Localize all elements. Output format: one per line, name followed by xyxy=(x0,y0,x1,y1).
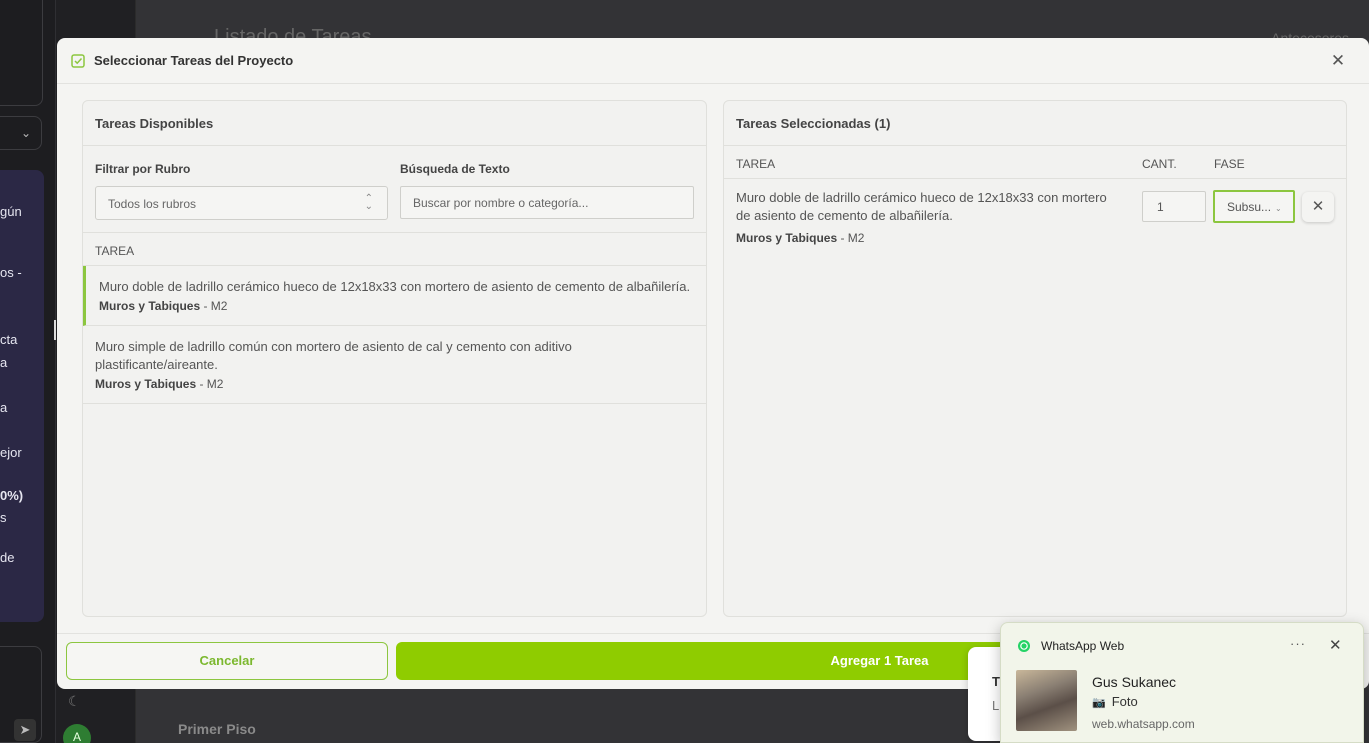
sender-photo xyxy=(1016,670,1077,731)
selected-tasks-panel: Tareas Seleccionadas (1) TAREA CANT. FAS… xyxy=(723,100,1347,617)
close-icon[interactable]: ✕ xyxy=(1329,52,1347,70)
task-category: Muros y Tabiques xyxy=(736,231,838,245)
sidebar-text: cta xyxy=(0,332,18,347)
more-options-icon[interactable]: ··· xyxy=(1290,636,1306,651)
task-meta: Muros y Tabiques - M2 xyxy=(99,299,694,313)
toast-text: L xyxy=(992,698,1000,713)
toast-title: T xyxy=(992,674,1000,689)
search-input[interactable] xyxy=(400,186,694,219)
select-tasks-modal: Seleccionar Tareas del Proyecto ✕ Tareas… xyxy=(57,38,1369,689)
checkbox-icon xyxy=(71,53,85,68)
sidebar-text: 0%) xyxy=(0,488,24,503)
task-name: Muro doble de ladrillo cerámico hueco de… xyxy=(99,279,691,294)
available-tasks-panel: Tareas Disponibles Filtrar por Rubro Bús… xyxy=(82,100,707,617)
panel-title: Tareas Disponibles xyxy=(83,101,706,146)
filter-label: Filtrar por Rubro xyxy=(95,162,191,176)
task-category: Muros y Tabiques xyxy=(95,377,197,391)
task-name: Muro doble de ladrillo cerámico hueco de… xyxy=(736,190,1107,223)
column-header-task: TAREA xyxy=(736,157,776,171)
column-header-qty: CANT. xyxy=(1142,157,1177,171)
sidebar-top-box xyxy=(0,0,43,106)
task-meta: Muros y Tabiques - M2 xyxy=(95,377,694,391)
sidebar-text: a xyxy=(0,400,8,415)
sidebar-text: gún xyxy=(0,204,22,219)
sidebar-text: de xyxy=(0,550,15,565)
sidebar-text: ejor xyxy=(0,445,22,460)
modal-title: Seleccionar Tareas del Proyecto xyxy=(94,53,294,68)
filters: Filtrar por Rubro Búsqueda de Texto Todo… xyxy=(83,146,706,233)
task-list-item[interactable]: Muro simple de ladrillo común con morter… xyxy=(83,326,706,404)
task-category: Muros y Tabiques xyxy=(99,299,201,313)
chevron-down-icon: ⌄ xyxy=(1275,204,1282,213)
chevron-down-icon: ⌄ xyxy=(21,126,32,140)
background-sidebar: ⌄ gún os - cta a a ejor 0%) s de ➤ xyxy=(0,0,55,743)
panel-title: Tareas Seleccionadas (1) xyxy=(724,101,1346,146)
floor-label: Primer Piso xyxy=(178,721,256,737)
column-header-task: TAREA xyxy=(83,233,706,266)
phase-value: Subsu... xyxy=(1227,200,1272,214)
camera-icon: 📷 xyxy=(1092,697,1106,709)
close-icon: ✕ xyxy=(1311,198,1325,215)
whatsapp-icon xyxy=(1018,640,1030,652)
select-arrows-icon: ⌃ ⌄ xyxy=(364,193,373,212)
text-cursor xyxy=(54,320,56,340)
message-text: Foto xyxy=(1111,694,1138,709)
cancel-button[interactable]: Cancelar xyxy=(66,642,388,680)
notification-domain: web.whatsapp.com xyxy=(1092,717,1195,731)
modal-header: Seleccionar Tareas del Proyecto xyxy=(57,38,1369,84)
moon-icon[interactable]: ☾ xyxy=(68,693,81,710)
sidebar-text: s xyxy=(0,510,7,525)
notification-app-name: WhatsApp Web xyxy=(1041,639,1125,653)
search-label: Búsqueda de Texto xyxy=(400,162,510,176)
notification-message: 📷 Foto xyxy=(1092,694,1138,709)
task-name: Muro simple de ladrillo común con morter… xyxy=(95,339,572,372)
selected-table-header: TAREA CANT. FASE xyxy=(724,146,1346,179)
filter-value: Todos los rubros xyxy=(108,197,197,211)
sidebar-text: os - xyxy=(0,265,22,280)
quantity-input[interactable] xyxy=(1142,191,1206,222)
send-icon[interactable]: ➤ xyxy=(14,719,36,741)
category-filter-select[interactable]: Todos los rubros ⌃ ⌄ xyxy=(95,186,388,220)
task-unit: - M2 xyxy=(837,231,865,245)
sidebar-info-panel: gún os - cta a a ejor 0%) s de xyxy=(0,170,44,622)
table-row: Muro doble de ladrillo cerámico hueco de… xyxy=(724,179,1346,259)
system-notification[interactable]: WhatsApp Web ··· ✕ Gus Sukanec 📷 Foto web… xyxy=(1000,622,1364,743)
avatar[interactable]: A xyxy=(63,724,91,743)
remove-task-button[interactable]: ✕ xyxy=(1302,192,1334,222)
column-header-phase: FASE xyxy=(1214,157,1245,171)
task-unit: - M2 xyxy=(196,377,224,391)
sidebar-text: a xyxy=(0,355,8,370)
task-list-item[interactable]: Muro doble de ladrillo cerámico hueco de… xyxy=(83,266,706,326)
phase-select[interactable]: Subsu... ⌄ xyxy=(1213,190,1295,223)
task-unit: - M2 xyxy=(200,299,228,313)
task-meta: Muros y Tabiques - M2 xyxy=(736,231,864,245)
close-icon[interactable]: ✕ xyxy=(1329,636,1342,654)
sidebar-dropdown[interactable]: ⌄ xyxy=(0,116,42,150)
notification-sender: Gus Sukanec xyxy=(1092,674,1177,690)
